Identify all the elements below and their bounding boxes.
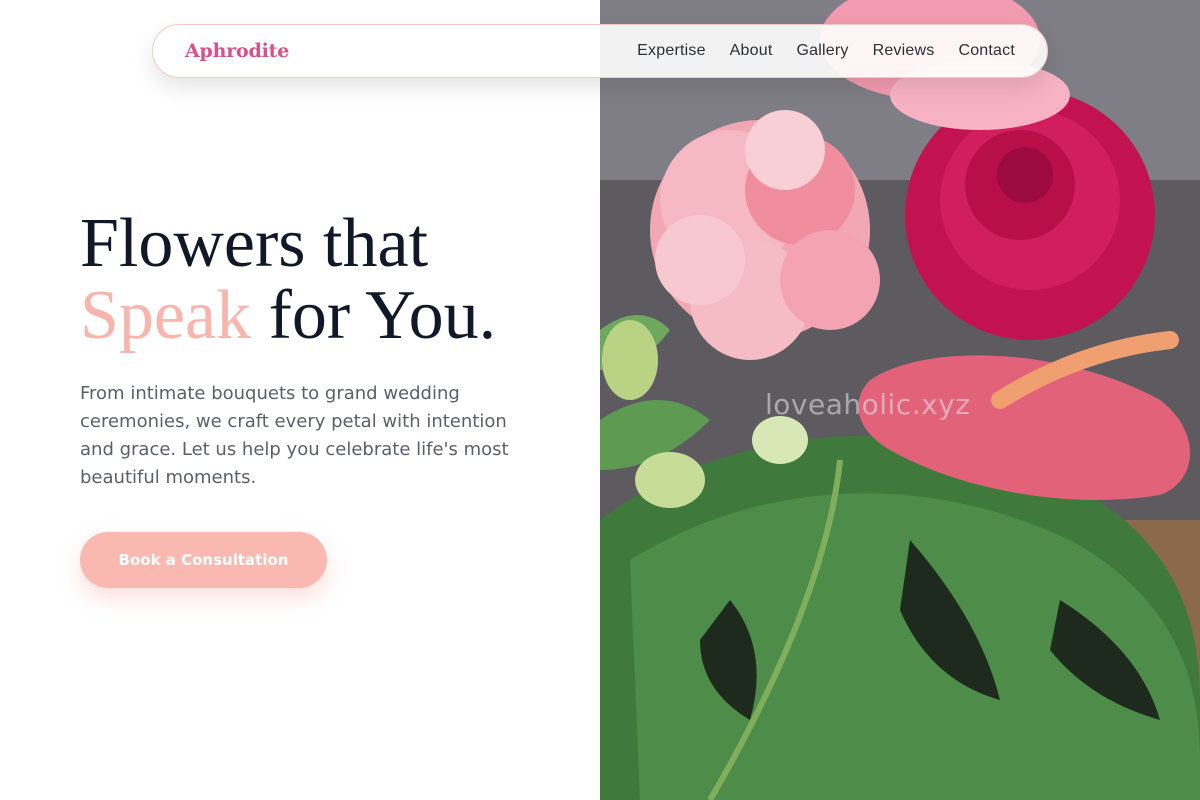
hero-title-accent: Speak <box>80 277 252 354</box>
brand-logo[interactable]: Aphrodite <box>185 40 289 62</box>
hero-title-line1: Flowers that <box>80 205 429 282</box>
hero-title-line2: for You. <box>251 277 497 354</box>
nav-links: Expertise About Gallery Reviews Contact <box>637 42 1015 60</box>
hero-title: Flowers that Speak for You. <box>80 208 580 352</box>
hero-photo: loveaholic.xyz <box>600 0 1200 800</box>
nav-link-contact[interactable]: Contact <box>958 42 1015 60</box>
nav-link-expertise[interactable]: Expertise <box>637 42 706 60</box>
nav-link-gallery[interactable]: Gallery <box>796 42 848 60</box>
hero-description: From intimate bouquets to grand wedding … <box>80 383 509 488</box>
book-consultation-button[interactable]: Book a Consultation <box>80 532 327 588</box>
nav-link-about[interactable]: About <box>730 42 773 60</box>
navbar: Aphrodite Expertise About Gallery Review… <box>152 24 1048 78</box>
watermark-text: loveaholic.xyz <box>765 388 971 421</box>
nav-link-reviews[interactable]: Reviews <box>873 42 935 60</box>
